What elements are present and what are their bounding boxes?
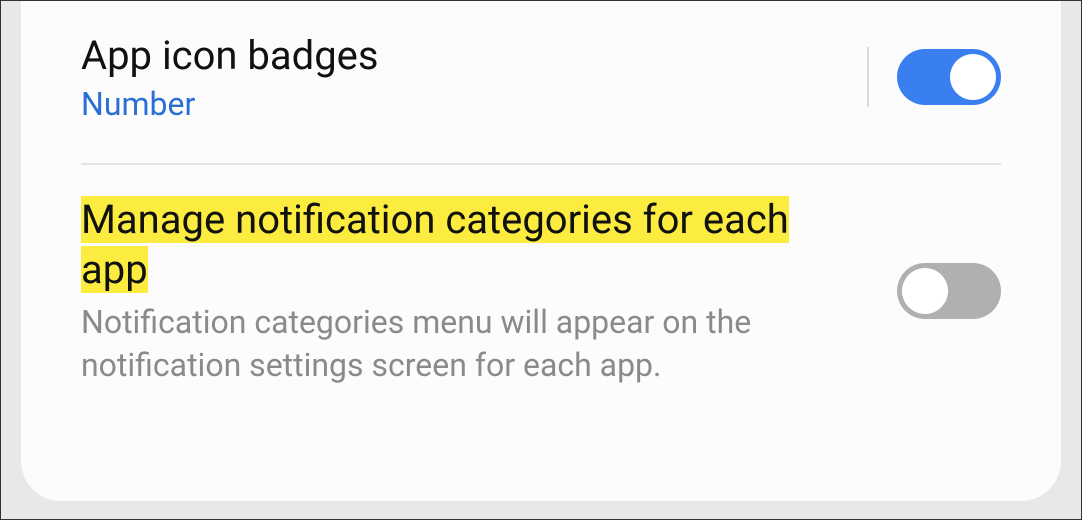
toggle-app-icon-badges[interactable] [897, 49, 1001, 105]
setting-text-block: Manage notification categories for each … [81, 195, 841, 387]
setting-app-icon-badges[interactable]: App icon badges Number [81, 21, 1001, 133]
setting-title: App icon badges [81, 31, 827, 81]
setting-description: Notification categories menu will appear… [81, 301, 811, 387]
setting-subtitle[interactable]: Number [81, 85, 827, 123]
vertical-divider [867, 47, 869, 107]
toggle-manage-notification-categories[interactable] [897, 263, 1001, 319]
divider [81, 163, 1001, 165]
setting-controls [897, 263, 1001, 319]
setting-title: Manage notification categories for each … [81, 195, 811, 295]
setting-manage-notification-categories[interactable]: Manage notification categories for each … [81, 195, 1001, 397]
setting-text-block: App icon badges Number [81, 31, 857, 123]
setting-controls [857, 47, 1001, 107]
highlighted-text: Manage notification categories for each … [81, 196, 789, 293]
toggle-knob [950, 54, 996, 100]
toggle-knob [902, 268, 948, 314]
settings-card: App icon badges Number Manage notificati… [21, 1, 1061, 501]
